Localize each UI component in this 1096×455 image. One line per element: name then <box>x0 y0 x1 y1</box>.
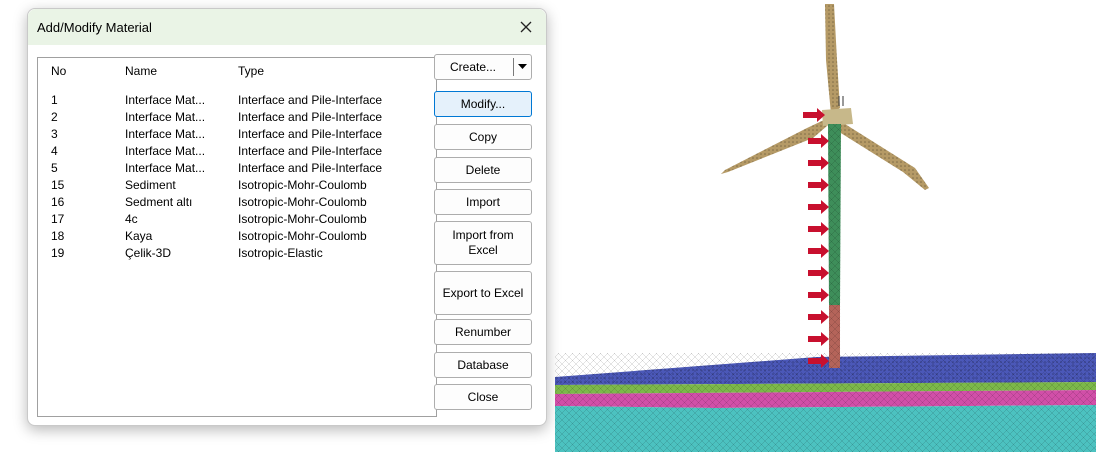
renumber-button[interactable]: Renumber <box>434 319 532 345</box>
row-no: 4 <box>51 144 58 158</box>
row-no: 16 <box>51 195 65 209</box>
list-item[interactable]: 3 Interface Mat... Interface and Pile-In… <box>38 127 436 144</box>
import-button[interactable]: Import <box>434 189 532 215</box>
close-button[interactable]: Close <box>434 384 532 410</box>
row-name: Interface Mat... <box>125 161 206 175</box>
row-name: Interface Mat... <box>125 144 206 158</box>
column-header-type[interactable]: Type <box>238 64 264 78</box>
row-type: Interface and Pile-Interface <box>238 110 383 124</box>
row-type: Interface and Pile-Interface <box>238 93 383 107</box>
list-item[interactable]: 15 Sediment Isotropic-Mohr-Coulomb <box>38 178 436 195</box>
list-header: No Name Type <box>38 64 436 81</box>
load-arrows <box>803 108 829 368</box>
row-type: Isotropic-Elastic <box>238 246 323 260</box>
list-item[interactable]: 18 Kaya Isotropic-Mohr-Coulomb <box>38 229 436 246</box>
modify-button[interactable]: Modify... <box>434 91 532 117</box>
row-name: Çelik-3D <box>125 246 172 260</box>
material-list[interactable]: No Name Type 1 Interface Mat... Interfac… <box>37 57 437 417</box>
column-header-no[interactable]: No <box>51 64 66 78</box>
database-button[interactable]: Database <box>434 352 532 378</box>
row-no: 1 <box>51 93 58 107</box>
row-name: Interface Mat... <box>125 127 206 141</box>
row-type: Interface and Pile-Interface <box>238 127 383 141</box>
column-header-name[interactable]: Name <box>125 64 157 78</box>
row-type: Isotropic-Mohr-Coulomb <box>238 195 367 209</box>
row-name: Sedment altı <box>125 195 193 209</box>
row-name: Sediment <box>125 178 176 192</box>
list-item[interactable]: 5 Interface Mat... Interface and Pile-In… <box>38 161 436 178</box>
row-no: 19 <box>51 246 65 260</box>
dropdown-arrow-icon[interactable] <box>514 55 531 79</box>
dialog-title: Add/Modify Material <box>37 20 152 35</box>
wind-turbine-model-view <box>555 0 1096 452</box>
dialog-titlebar: Add/Modify Material <box>28 9 546 45</box>
row-type: Interface and Pile-Interface <box>238 161 383 175</box>
import-from-excel-button[interactable]: Import from Excel <box>434 221 532 265</box>
row-no: 17 <box>51 212 65 226</box>
soil-block <box>555 353 1096 452</box>
row-no: 18 <box>51 229 65 243</box>
import-from-excel-label-line2: Excel <box>468 243 498 257</box>
import-from-excel-label-line1: Import from <box>452 228 514 242</box>
row-name: Interface Mat... <box>125 110 206 124</box>
row-type: Interface and Pile-Interface <box>238 144 383 158</box>
list-item[interactable]: 2 Interface Mat... Interface and Pile-In… <box>38 110 436 127</box>
row-no: 2 <box>51 110 58 124</box>
row-name: Kaya <box>125 229 153 243</box>
row-no: 15 <box>51 178 65 192</box>
row-type: Isotropic-Mohr-Coulomb <box>238 212 367 226</box>
row-no: 3 <box>51 127 58 141</box>
copy-button[interactable]: Copy <box>434 124 532 150</box>
list-item[interactable]: 1 Interface Mat... Interface and Pile-In… <box>38 93 436 110</box>
row-type: Isotropic-Mohr-Coulomb <box>238 229 367 243</box>
row-name: 4c <box>125 212 138 226</box>
list-item[interactable]: 16 Sedment altı Isotropic-Mohr-Coulomb <box>38 195 436 212</box>
list-item[interactable]: 19 Çelik-3D Isotropic-Elastic <box>38 246 436 263</box>
row-no: 5 <box>51 161 58 175</box>
create-button[interactable]: Create... <box>435 55 511 79</box>
close-icon[interactable] <box>512 13 540 41</box>
row-type: Isotropic-Mohr-Coulomb <box>238 178 367 192</box>
delete-button[interactable]: Delete <box>434 157 532 183</box>
create-split-button[interactable]: Create... <box>434 54 532 80</box>
export-to-excel-button[interactable]: Export to Excel <box>434 271 532 315</box>
list-item[interactable]: 4 Interface Mat... Interface and Pile-In… <box>38 144 436 161</box>
list-item[interactable]: 17 4c Isotropic-Mohr-Coulomb <box>38 212 436 229</box>
row-name: Interface Mat... <box>125 93 206 107</box>
add-modify-material-dialog: Add/Modify Material No Name Type 1 Inter… <box>27 8 547 426</box>
